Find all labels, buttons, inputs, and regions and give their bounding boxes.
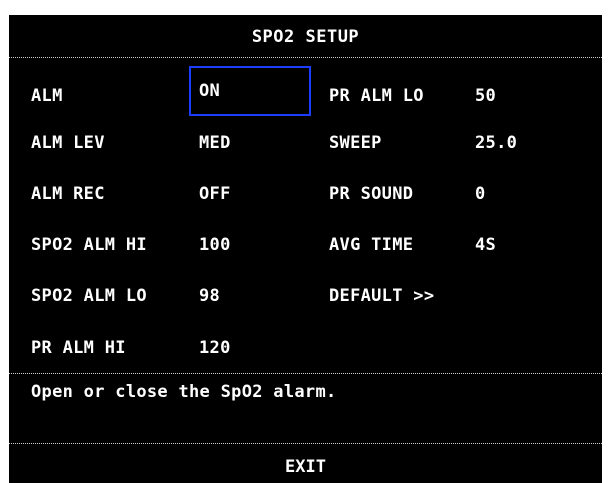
pr-alm-lo-label: PR ALM LO [329, 86, 424, 106]
spo2-alm-lo-label: SPO2 ALM LO [31, 286, 147, 306]
hint-divider-top [9, 373, 602, 374]
hint-divider-bottom [9, 443, 602, 444]
sweep-value-field[interactable]: 25.0 [475, 128, 517, 158]
avg-time-value-field[interactable]: 4S [475, 230, 496, 260]
pr-sound-value-field[interactable]: 0 [475, 179, 486, 209]
exit-button[interactable]: EXIT [9, 451, 602, 483]
sweep-label: SWEEP [329, 133, 382, 153]
spo2-alm-hi-value-field[interactable]: 100 [199, 230, 231, 260]
help-hint-text: Open or close the SpO2 alarm. [31, 382, 337, 402]
alm-value-field[interactable]: ON [189, 66, 311, 116]
spo2-alm-hi-label: SPO2 ALM HI [31, 235, 147, 255]
alm-lev-label: ALM LEV [31, 133, 105, 153]
spo2-setup-dialog: SPO2 SETUP ALM ON ALM LEV MED ALM REC OF… [9, 15, 602, 483]
avg-time-label: AVG TIME [329, 235, 414, 255]
title-divider [9, 57, 602, 58]
pr-alm-lo-value-field[interactable]: 50 [475, 81, 496, 111]
pr-alm-hi-label: PR ALM HI [31, 338, 126, 358]
pr-alm-hi-value-field[interactable]: 120 [199, 333, 231, 363]
default-button[interactable]: DEFAULT >> [329, 281, 434, 311]
alm-label: ALM [31, 86, 63, 106]
alm-lev-value-field[interactable]: MED [199, 128, 231, 158]
spo2-alm-lo-value-field[interactable]: 98 [199, 281, 220, 311]
pr-sound-label: PR SOUND [329, 184, 414, 204]
alm-rec-value-field[interactable]: OFF [199, 179, 231, 209]
alm-rec-label: ALM REC [31, 184, 105, 204]
dialog-title: SPO2 SETUP [251, 27, 360, 47]
